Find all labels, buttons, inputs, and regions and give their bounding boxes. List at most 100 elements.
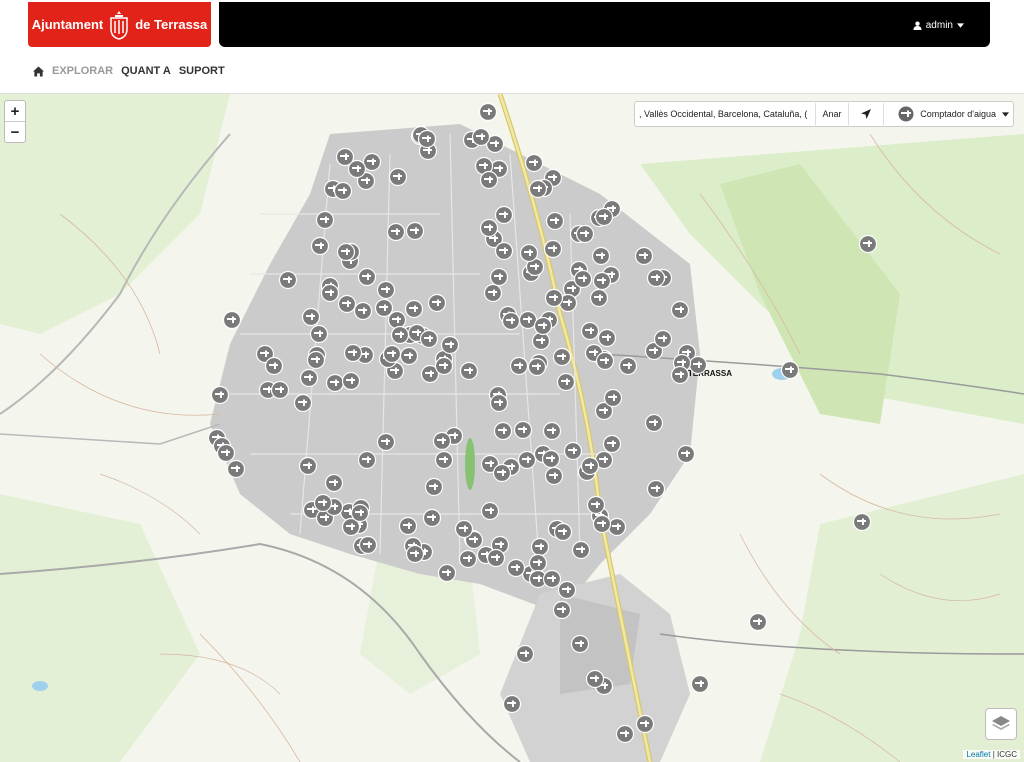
water-meter-marker[interactable] — [336, 242, 356, 262]
water-meter-marker[interactable] — [434, 450, 454, 470]
water-meter-marker[interactable] — [519, 243, 539, 263]
water-meter-marker[interactable] — [858, 234, 878, 254]
water-meter-marker[interactable] — [517, 450, 537, 470]
water-meter-marker[interactable] — [556, 372, 576, 392]
nav-explorar[interactable]: EXPLORAR — [52, 65, 113, 77]
water-meter-marker[interactable] — [374, 298, 394, 318]
water-meter-marker[interactable] — [653, 329, 673, 349]
water-meter-marker[interactable] — [320, 283, 340, 303]
water-meter-marker[interactable] — [513, 420, 533, 440]
water-meter-marker[interactable] — [404, 299, 424, 319]
water-meter-marker[interactable] — [571, 540, 591, 560]
zoom-out-button[interactable]: − — [5, 121, 25, 142]
water-meter-marker[interactable] — [644, 413, 664, 433]
water-meter-marker[interactable] — [335, 147, 355, 167]
water-meter-marker[interactable] — [690, 674, 710, 694]
water-meter-marker[interactable] — [670, 365, 690, 385]
water-meter-marker[interactable] — [376, 280, 396, 300]
water-meter-marker[interactable] — [603, 388, 623, 408]
water-meter-marker[interactable] — [748, 612, 768, 632]
water-meter-marker[interactable] — [325, 373, 345, 393]
water-meter-marker[interactable] — [573, 269, 593, 289]
water-meter-marker[interactable] — [358, 535, 378, 555]
water-meter-marker[interactable] — [544, 288, 564, 308]
water-meter-marker[interactable] — [527, 357, 547, 377]
water-meter-marker[interactable] — [580, 456, 600, 476]
water-meter-marker[interactable] — [570, 634, 590, 654]
water-meter-marker[interactable] — [440, 335, 460, 355]
water-meter-marker[interactable] — [427, 293, 447, 313]
map-view[interactable]: TERRASSA — [0, 93, 1024, 762]
water-meter-marker[interactable] — [544, 466, 564, 486]
water-meter-marker[interactable] — [646, 268, 666, 288]
water-meter-marker[interactable] — [591, 246, 611, 266]
water-meter-marker[interactable] — [390, 325, 410, 345]
water-meter-marker[interactable] — [388, 167, 408, 187]
go-button[interactable]: Anar — [816, 103, 849, 125]
nav-suport[interactable]: SUPORT — [179, 65, 225, 77]
water-meter-marker[interactable] — [454, 519, 474, 539]
water-meter-marker[interactable] — [353, 301, 373, 321]
water-meter-marker[interactable] — [299, 368, 319, 388]
water-meter-marker[interactable] — [333, 181, 353, 201]
water-meter-marker[interactable] — [424, 477, 444, 497]
water-meter-marker[interactable] — [226, 459, 246, 479]
water-meter-marker[interactable] — [592, 514, 612, 534]
water-meter-marker[interactable] — [216, 443, 236, 463]
water-meter-marker[interactable] — [646, 479, 666, 499]
water-meter-marker[interactable] — [278, 270, 298, 290]
leaflet-link[interactable]: Leaflet — [966, 750, 990, 759]
user-menu[interactable]: admin — [913, 20, 964, 31]
water-meter-marker[interactable] — [437, 563, 457, 583]
water-meter-marker[interactable] — [310, 236, 330, 256]
water-meter-marker[interactable] — [676, 444, 696, 464]
locate-button[interactable] — [849, 103, 884, 125]
water-meter-marker[interactable] — [494, 205, 514, 225]
layer-select[interactable]: Comptador d'aigua — [884, 106, 1013, 122]
water-meter-marker[interactable] — [552, 347, 572, 367]
water-meter-marker[interactable] — [502, 694, 522, 714]
home-icon[interactable] — [33, 65, 44, 77]
water-meter-marker[interactable] — [489, 267, 509, 287]
water-meter-marker[interactable] — [478, 102, 498, 122]
water-meter-marker[interactable] — [586, 495, 606, 515]
water-meter-marker[interactable] — [552, 600, 572, 620]
water-meter-marker[interactable] — [313, 493, 333, 513]
water-meter-marker[interactable] — [509, 356, 529, 376]
water-meter-marker[interactable] — [530, 537, 550, 557]
water-meter-marker[interactable] — [458, 549, 478, 569]
water-meter-marker[interactable] — [432, 431, 452, 451]
water-meter-marker[interactable] — [607, 517, 627, 537]
water-meter-marker[interactable] — [434, 356, 454, 376]
water-meter-marker[interactable] — [357, 267, 377, 287]
water-meter-marker[interactable] — [350, 503, 370, 523]
water-meter-marker[interactable] — [417, 129, 437, 149]
water-meter-marker[interactable] — [479, 170, 499, 190]
water-meter-marker[interactable] — [264, 356, 284, 376]
water-meter-marker[interactable] — [489, 393, 509, 413]
water-meter-marker[interactable] — [670, 300, 690, 320]
water-meter-marker[interactable] — [852, 512, 872, 532]
water-meter-marker[interactable] — [589, 288, 609, 308]
water-meter-marker[interactable] — [337, 294, 357, 314]
water-meter-marker[interactable] — [533, 316, 553, 336]
water-meter-marker[interactable] — [594, 207, 614, 227]
zoom-in-button[interactable]: + — [5, 101, 25, 121]
water-meter-marker[interactable] — [635, 714, 655, 734]
water-meter-marker[interactable] — [597, 328, 617, 348]
water-meter-marker[interactable] — [405, 221, 425, 241]
water-meter-marker[interactable] — [293, 393, 313, 413]
water-meter-marker[interactable] — [545, 211, 565, 231]
water-meter-marker[interactable] — [222, 310, 242, 330]
water-meter-marker[interactable] — [592, 271, 612, 291]
water-meter-marker[interactable] — [471, 127, 491, 147]
water-meter-marker[interactable] — [618, 356, 638, 376]
water-meter-marker[interactable] — [595, 351, 615, 371]
water-meter-marker[interactable] — [315, 210, 335, 230]
water-meter-marker[interactable] — [553, 522, 573, 542]
water-meter-marker[interactable] — [422, 508, 442, 528]
water-meter-marker[interactable] — [309, 324, 329, 344]
water-meter-marker[interactable] — [301, 307, 321, 327]
water-meter-marker[interactable] — [376, 432, 396, 452]
water-meter-marker[interactable] — [531, 331, 551, 351]
